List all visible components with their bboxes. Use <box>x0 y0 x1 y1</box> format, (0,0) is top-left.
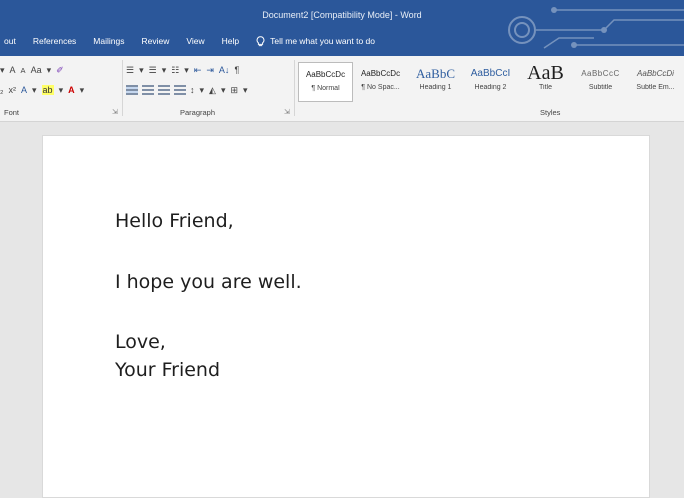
grow-font-button[interactable]: A <box>10 65 16 75</box>
align-center-icon[interactable] <box>142 85 154 95</box>
numbering-icon[interactable]: ☰ <box>149 65 157 76</box>
document-paragraph[interactable]: Love, <box>115 330 166 354</box>
style-name: Subtitle <box>588 84 613 91</box>
highlight-color-button[interactable]: ab <box>41 85 54 95</box>
style-heading-1[interactable]: AaBbC Heading 1 <box>408 62 463 102</box>
tab-layout[interactable]: out <box>4 36 16 46</box>
tab-view[interactable]: View <box>186 36 204 46</box>
tell-me-search[interactable]: Tell me what you want to do <box>256 35 376 47</box>
divider <box>294 60 295 116</box>
line-spacing-icon[interactable]: ↕ <box>190 85 195 95</box>
chevron-down-icon: ▾ <box>220 84 226 95</box>
style-normal[interactable]: AaBbCcDc ¶ Normal <box>298 62 353 102</box>
tab-mailings[interactable]: Mailings <box>93 36 124 46</box>
change-case-button[interactable]: Aa <box>31 65 42 75</box>
style-name: Heading 2 <box>474 84 507 91</box>
font-row-2: ₂ x² A ▾ ab ▾ A ▾ <box>0 82 89 98</box>
shading-icon[interactable]: ◭ <box>209 85 216 96</box>
ribbon: ▾ A A Aa ▾ ✐ ₂ x² A ▾ ab ▾ A ▾ Font ⇲ ☰ … <box>0 56 684 122</box>
chevron-down-icon: ▾ <box>161 64 167 75</box>
tell-me-label: Tell me what you want to do <box>270 36 376 46</box>
style-title[interactable]: AaB Title <box>518 62 573 102</box>
chevron-down-icon: ▾ <box>243 84 248 95</box>
title-bar: Document2 [Compatibility Mode] - Word ou… <box>0 0 684 56</box>
style-subtitle[interactable]: AaBbCcC Subtitle <box>573 62 628 102</box>
chevron-down-icon: ▾ <box>184 64 189 75</box>
style-name: ¶ Normal <box>311 85 340 92</box>
chevron-down-icon: ▾ <box>58 84 64 95</box>
style-name: Title <box>539 84 552 91</box>
chevron-down-icon: ▾ <box>199 84 205 95</box>
document-paragraph[interactable]: I hope you are well. <box>115 270 302 294</box>
font-row-1: ▾ A A Aa ▾ ✐ <box>0 62 69 78</box>
document-paragraph[interactable]: Hello Friend, <box>115 209 234 233</box>
font-size-dropdown-icon[interactable]: ▾ <box>0 65 5 76</box>
align-right-icon[interactable] <box>158 85 170 95</box>
font-group-label: Font <box>4 108 20 117</box>
style-sample: AaBbCcDc <box>360 69 401 78</box>
style-sample: AaB <box>527 62 564 84</box>
multilevel-list-icon[interactable]: ☷ <box>171 65 179 76</box>
style-heading-2[interactable]: AaBbCcI Heading 2 <box>463 62 518 102</box>
style-sample: AaBbCcDc <box>305 70 346 79</box>
style-sample: AaBbCcI <box>470 68 511 79</box>
show-formatting-button[interactable]: ¶ <box>234 65 239 75</box>
divider <box>122 60 123 116</box>
borders-icon[interactable]: ⊞ <box>230 85 238 96</box>
lightbulb-icon <box>256 35 265 46</box>
chevron-down-icon: ▾ <box>79 84 85 95</box>
tab-help[interactable]: Help <box>222 36 239 46</box>
chevron-down-icon: ▾ <box>32 84 37 95</box>
font-color-button[interactable]: A <box>68 85 75 95</box>
paragraph-row-2: ↕ ▾ ◭ ▾ ⊞ ▾ <box>126 82 253 98</box>
ribbon-tabs: out References Mailings Review View Help… <box>0 33 375 49</box>
subscript-button[interactable]: ₂ <box>0 85 4 95</box>
bullets-icon[interactable]: ☰ <box>126 65 134 76</box>
style-subtle-emphasis[interactable]: AaBbCcDi Subtle Em... <box>628 62 683 102</box>
style-name: Heading 1 <box>419 84 452 91</box>
paragraph-row-1: ☰ ▾ ☰ ▾ ☷ ▾ ⇤ ⇥ A↓ ¶ <box>126 62 244 78</box>
style-name: ¶ No Spac... <box>361 84 400 91</box>
styles-group-label: Styles <box>540 108 561 117</box>
justify-icon[interactable] <box>174 85 186 95</box>
shrink-font-button[interactable]: A <box>21 66 26 75</box>
chevron-down-icon: ▾ <box>46 64 52 75</box>
font-dialog-launcher-icon[interactable]: ⇲ <box>112 108 118 116</box>
clear-formatting-icon[interactable]: ✐ <box>56 65 64 76</box>
circuit-pattern-decoration <box>508 7 684 49</box>
sort-button[interactable]: A↓ <box>219 65 230 75</box>
chevron-down-icon: ▾ <box>139 64 144 75</box>
style-sample: AaBbC <box>416 66 455 81</box>
align-left-icon[interactable] <box>126 85 138 95</box>
style-sample: AaBbCcDi <box>637 69 674 78</box>
style-name: Subtle Em... <box>636 84 675 91</box>
style-no-spacing[interactable]: AaBbCcDc ¶ No Spac... <box>353 62 408 102</box>
decrease-indent-icon[interactable]: ⇤ <box>194 65 202 76</box>
style-sample: AaBbCcC <box>581 69 620 78</box>
superscript-button[interactable]: x² <box>9 85 17 95</box>
paragraph-dialog-launcher-icon[interactable]: ⇲ <box>284 108 290 116</box>
tab-references[interactable]: References <box>33 36 76 46</box>
text-effects-button[interactable]: A <box>21 85 27 95</box>
increase-indent-icon[interactable]: ⇥ <box>206 65 214 76</box>
document-paragraph[interactable]: Your Friend <box>115 358 220 382</box>
paragraph-group-label: Paragraph <box>180 108 216 117</box>
document-page[interactable]: Hello Friend, I hope you are well. Love,… <box>42 135 650 498</box>
styles-gallery: AaBbCcDc ¶ Normal AaBbCcDc ¶ No Spac... … <box>298 62 684 102</box>
tab-review[interactable]: Review <box>141 36 169 46</box>
